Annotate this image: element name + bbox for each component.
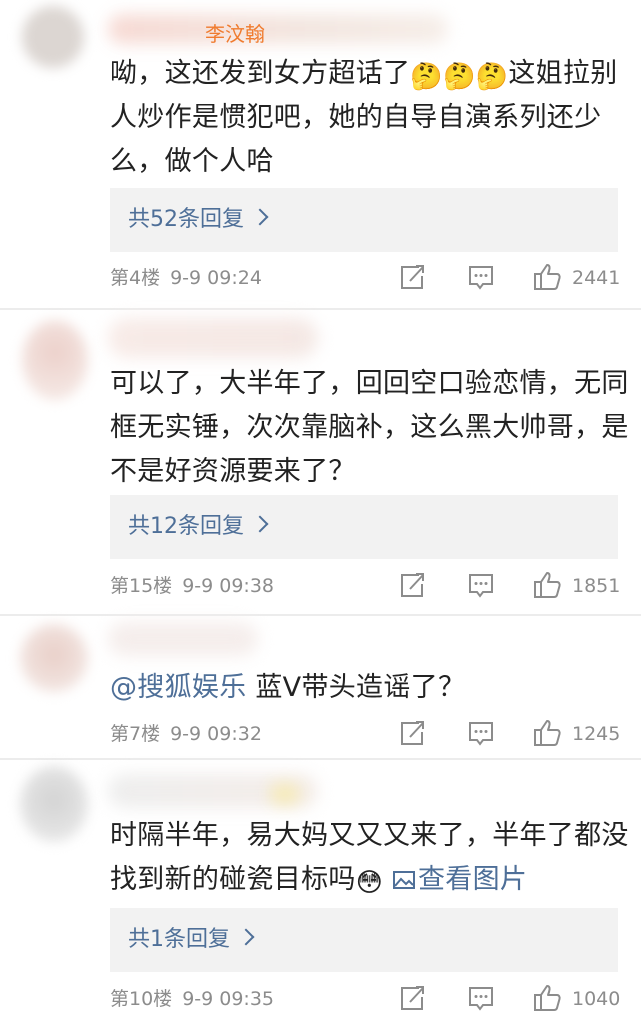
username[interactable]: 李汶翰 <box>205 18 265 47</box>
thumbs-up-icon[interactable] <box>532 718 562 750</box>
image-icon <box>392 861 416 889</box>
comment-text: 可以了，大半年了，回回空口验恋情，无同 框无实锤，次次靠脑补，这么黑大帅哥，是 … <box>110 368 629 487</box>
username-blur <box>108 622 258 656</box>
comment-item: 李汶翰 呦，这还发到女方超话了🤔🤔🤔这姐拉别 人炒作是惯犯吧，她的自导自演系列还… <box>0 0 641 308</box>
avatar[interactable] <box>22 320 88 400</box>
comment-bubble-icon[interactable] <box>467 263 495 295</box>
view-replies-link[interactable]: 共12条回复 <box>128 495 269 559</box>
comment-meta: 第4楼 9-9 09:24 <box>110 262 262 294</box>
avatar[interactable] <box>20 624 88 692</box>
thinking-emoji-icon: 🤔🤔🤔 <box>410 62 509 92</box>
floor-number: 第4楼 <box>110 267 161 289</box>
like-count: 1245 <box>572 723 621 745</box>
like-count: 2441 <box>572 267 621 289</box>
reply-box[interactable]: 共12条回复 <box>110 495 618 559</box>
timestamp: 9-9 09:35 <box>182 988 275 1010</box>
reply-box[interactable]: 共52条回复 <box>110 188 618 252</box>
share-out-icon[interactable] <box>398 262 426 294</box>
comment-bubble-icon[interactable] <box>467 984 495 1016</box>
chevron-right-icon <box>237 928 255 946</box>
view-replies-link[interactable]: 共52条回复 <box>128 188 269 252</box>
comment-meta: 第7楼 9-9 09:32 <box>110 718 262 750</box>
comment-bubble-icon[interactable] <box>467 571 495 603</box>
share-out-icon[interactable] <box>398 570 426 602</box>
share-out-icon[interactable] <box>398 983 426 1015</box>
chevron-right-icon <box>251 515 269 533</box>
mention-link[interactable]: @搜狐娱乐 <box>110 672 247 703</box>
timestamp: 9-9 09:38 <box>182 575 275 597</box>
timestamp: 9-9 09:24 <box>170 267 262 289</box>
comment-item: 可以了，大半年了，回回空口验恋情，无同 框无实锤，次次靠脑补，这么黑大帅哥，是 … <box>0 310 641 614</box>
comment-text: 呦，这还发到女方超话了🤔🤔🤔这姐拉别 人炒作是惯犯吧，她的自导自演系列还少 么，… <box>110 58 618 177</box>
thumbs-up-icon[interactable] <box>532 983 562 1015</box>
avatar[interactable] <box>22 6 84 68</box>
flushed-emoji-icon: 😳 <box>355 868 384 898</box>
chevron-right-icon <box>251 208 269 226</box>
comment-item: 时隔半年，易大妈又又又来了，半年了都没 找到新的碰瓷目标吗😳 查看图片 共1条回… <box>0 760 641 1026</box>
view-replies-link[interactable]: 共1条回复 <box>128 908 255 972</box>
view-image-link[interactable]: 查看图片 <box>392 864 527 895</box>
comment-bubble-icon[interactable] <box>467 719 495 751</box>
comment-meta: 第15楼 9-9 09:38 <box>110 570 274 602</box>
comment-text: @搜狐娱乐 蓝V带头造谣了？ <box>110 672 466 703</box>
thumbs-up-icon[interactable] <box>532 262 562 294</box>
reply-box[interactable]: 共1条回复 <box>110 908 618 972</box>
username-blur <box>108 14 448 44</box>
username-blur <box>108 318 318 358</box>
floor-number: 第7楼 <box>110 723 161 745</box>
comment-item: @搜狐娱乐 蓝V带头造谣了？ 第7楼 9-9 09:32 1245 <box>0 616 641 758</box>
comment-text: 时隔半年，易大妈又又又来了，半年了都没 找到新的碰瓷目标吗😳 查看图片 <box>110 820 629 898</box>
avatar[interactable] <box>20 766 88 842</box>
floor-number: 第15楼 <box>110 575 173 597</box>
like-count: 1040 <box>572 988 621 1010</box>
username-blur <box>270 784 300 804</box>
share-out-icon[interactable] <box>398 718 426 750</box>
thumbs-up-icon[interactable] <box>532 570 562 602</box>
comment-meta: 第10楼 9-9 09:35 <box>110 983 274 1015</box>
like-count: 1851 <box>572 575 621 597</box>
floor-number: 第10楼 <box>110 988 173 1010</box>
timestamp: 9-9 09:32 <box>170 723 262 745</box>
